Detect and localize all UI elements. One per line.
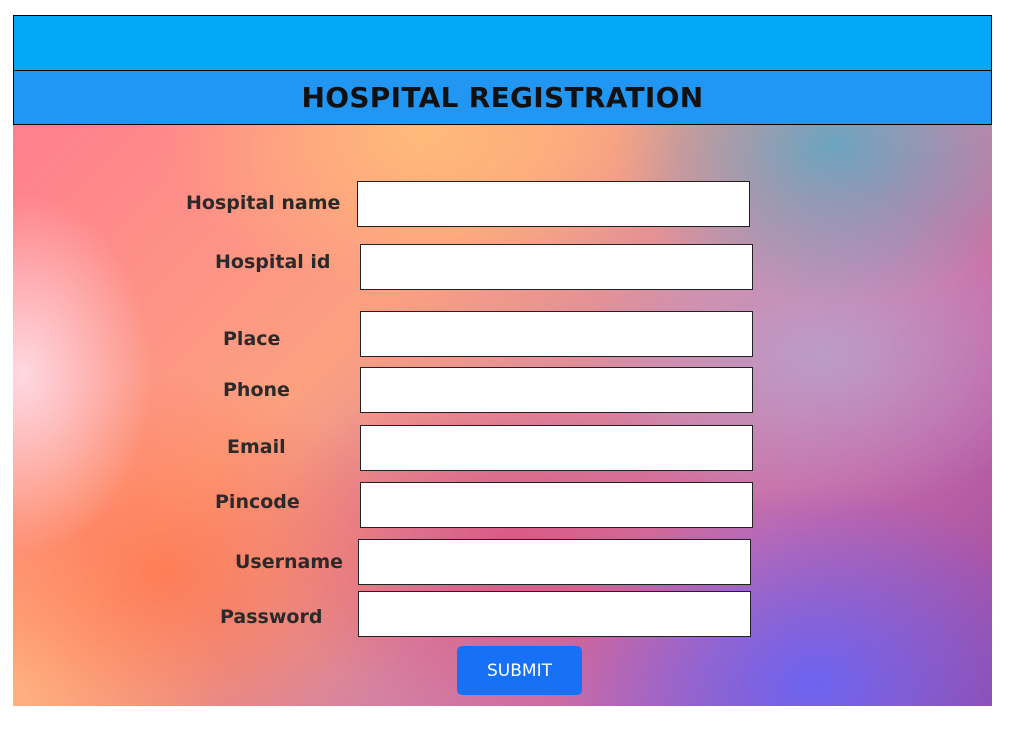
password-input[interactable] xyxy=(358,591,751,637)
pincode-input[interactable] xyxy=(360,482,753,528)
pincode-label: Pincode xyxy=(215,491,300,513)
username-input[interactable] xyxy=(358,539,751,585)
place-input[interactable] xyxy=(360,311,753,357)
place-label: Place xyxy=(223,328,281,350)
page-title: HOSPITAL REGISTRATION xyxy=(301,81,704,114)
email-input[interactable] xyxy=(360,425,753,471)
registration-form: Hospital name Hospital id Place Phone Em… xyxy=(13,125,992,706)
hospital-id-label: Hospital id xyxy=(215,251,331,273)
hospital-id-input[interactable] xyxy=(360,244,753,290)
submit-button[interactable]: SUBMIT xyxy=(457,646,582,695)
hospital-name-input[interactable] xyxy=(357,181,750,227)
email-label: Email xyxy=(227,436,286,458)
title-bar: HOSPITAL REGISTRATION xyxy=(13,70,992,125)
top-bar xyxy=(13,15,992,71)
registration-page: HOSPITAL REGISTRATION Hospital name Hosp… xyxy=(13,15,992,706)
password-label: Password xyxy=(220,606,323,628)
phone-input[interactable] xyxy=(360,367,753,413)
phone-label: Phone xyxy=(223,379,290,401)
username-label: Username xyxy=(235,551,344,573)
hospital-name-label: Hospital name xyxy=(186,192,341,214)
